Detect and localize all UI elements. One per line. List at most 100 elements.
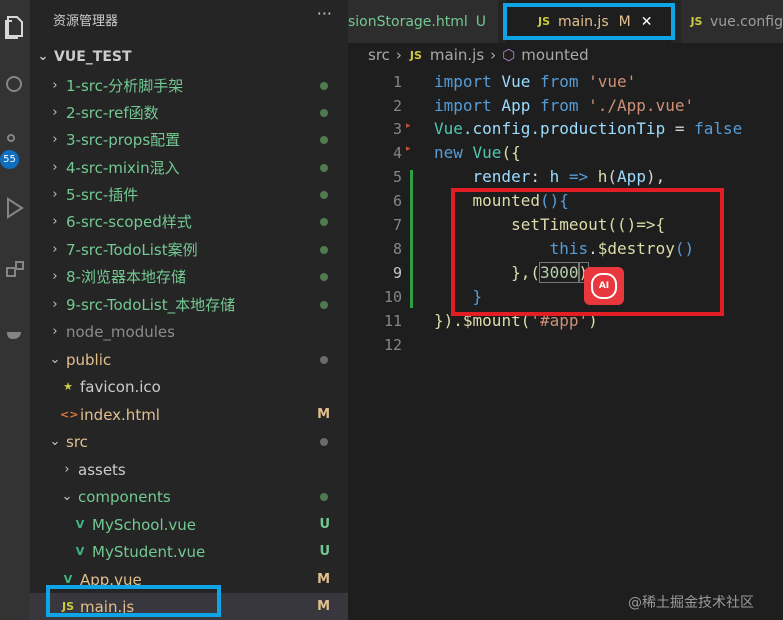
git-status-dot — [320, 300, 328, 309]
tree-item-label: favicon.ico — [80, 377, 161, 396]
activity-bar: 55 — [0, 0, 30, 620]
tab-sessionstorage[interactable]: sionStorage.html U — [348, 0, 498, 43]
git-status-dot — [320, 437, 328, 446]
code-line: render: h => h(App), — [434, 167, 666, 186]
chevron-right-icon: › — [52, 105, 58, 120]
line-number: 6 — [392, 192, 402, 210]
tree-item[interactable]: ⌄ src — [30, 428, 348, 455]
git-status-dot — [320, 135, 328, 144]
chevron-right-icon: › — [52, 269, 58, 284]
tree-item-label: components — [78, 487, 171, 506]
gutter-deleted-marker: ▸ — [406, 144, 411, 154]
chevron-right-icon: › — [52, 242, 58, 257]
breadcrumb-folder[interactable]: src — [368, 46, 390, 64]
breadcrumb-separator: › — [490, 46, 497, 64]
tree-item-label: 7-src-TodoList案例 — [66, 241, 198, 259]
line-number: 1 — [392, 73, 402, 91]
source-control-badge: 55 — [0, 150, 19, 169]
star-icon: ★ — [63, 380, 73, 393]
tree-item[interactable]: › 2-src-ref函数 — [30, 99, 348, 126]
git-status-dot — [320, 190, 328, 199]
line-number: 3 — [392, 120, 402, 138]
tree-item[interactable]: ⌄ components — [30, 483, 348, 510]
breadcrumb-file[interactable]: main.js — [430, 46, 484, 64]
explorer-sidebar: 资源管理器 ··· ⌄ VUE_TEST › 1-src-分析脚手架 › 2-src-… — [30, 0, 348, 620]
breadcrumb-separator: › — [395, 46, 402, 64]
tree-item-label: assets — [78, 460, 126, 479]
chevron-right-icon: › — [52, 187, 58, 202]
extensions-icon[interactable] — [0, 255, 30, 285]
git-status-dot — [320, 272, 328, 281]
line-number: 11 — [383, 312, 402, 330]
git-status-badge: M — [317, 572, 330, 587]
ai-icon: AI — [591, 273, 617, 299]
git-status-dot — [320, 163, 328, 172]
line-number: 7 — [392, 216, 402, 234]
tree-item-label: 5-src-插件 — [66, 186, 139, 204]
docker-icon[interactable] — [0, 318, 30, 348]
search-icon[interactable] — [0, 70, 30, 100]
chevron-right-icon: › — [52, 297, 58, 312]
tree-item-label: 1-src-分析脚手架 — [66, 77, 184, 95]
tree-item-label: 3-src-props配置 — [66, 131, 181, 149]
tree-item[interactable]: <> index.html M — [30, 401, 348, 428]
git-status-dot — [320, 108, 328, 117]
code-line: import Vue from 'vue' — [434, 72, 637, 91]
chevron-right-icon: › — [52, 160, 58, 175]
tree-item[interactable]: › 9-src-TodoList_本地存储 — [30, 291, 348, 318]
js-file-icon: JS — [690, 15, 703, 28]
tab-label: vue.config — [709, 13, 783, 30]
tree-item[interactable]: › 7-src-TodoList案例 — [30, 236, 348, 263]
more-actions-icon[interactable]: ··· — [317, 4, 332, 23]
tab-status: U — [475, 13, 486, 30]
chevron-right-icon: › — [64, 462, 70, 477]
tree-item-label: 4-src-mixin混入 — [66, 159, 180, 177]
tab-vue-config[interactable]: JS vue.config — [681, 0, 783, 43]
git-status-dot — [320, 81, 328, 90]
git-status-dot — [320, 492, 328, 501]
gutter-deleted-marker: ▸ — [406, 121, 411, 131]
line-number: 10 — [383, 288, 402, 306]
tree-item[interactable]: › assets — [30, 456, 348, 483]
code-line: Vue.config.productionTip = false — [434, 119, 743, 138]
tree-item[interactable]: › node_modules — [30, 318, 348, 345]
js-file-icon: JS — [409, 48, 422, 62]
git-status-dot — [320, 245, 328, 254]
git-status-badge: U — [319, 544, 330, 559]
tree-item[interactable]: › 3-src-props配置 — [30, 126, 348, 153]
tree-item-label: src — [66, 432, 88, 451]
tree-item-label: public — [66, 350, 112, 369]
tree-item[interactable]: ★ favicon.ico — [30, 373, 348, 400]
tree-item[interactable]: › 5-src-插件 — [30, 181, 348, 208]
tree-item[interactable]: V MyStudent.vue U — [30, 538, 348, 565]
tree-item[interactable]: › 8-浏览器本地存储 — [30, 263, 348, 290]
chevron-right-icon: › — [52, 132, 58, 147]
ai-assistant-button[interactable]: AI — [584, 267, 624, 305]
tree-item[interactable]: › 4-src-mixin混入 — [30, 154, 348, 181]
vue-file-icon: V — [75, 518, 85, 531]
gutter-added-bar — [410, 170, 413, 188]
breadcrumb-symbol[interactable]: mounted — [521, 46, 588, 64]
line-number: 2 — [392, 97, 402, 115]
breadcrumb: src › JS main.js › ⬡ mounted — [368, 46, 589, 64]
explorer-title: 资源管理器 — [53, 14, 119, 29]
tree-item-label: MySchool.vue — [92, 515, 196, 534]
files-icon[interactable] — [0, 12, 30, 42]
watermark: @稀土掘金技术社区 — [628, 595, 754, 611]
project-root[interactable]: ⌄ VUE_TEST — [30, 43, 348, 70]
tree-item[interactable]: › 1-src-分析脚手架 — [30, 72, 348, 99]
code-line: import App from './App.vue' — [434, 96, 695, 115]
tree-item-label: 8-浏览器本地存储 — [66, 268, 186, 286]
tree-item[interactable]: ⌄ public — [30, 346, 348, 373]
gutter-added-bar — [410, 188, 413, 308]
tree-item[interactable]: V MySchool.vue U — [30, 511, 348, 538]
tree-item-label: MyStudent.vue — [92, 542, 206, 561]
tree-item-label: 6-src-scoped样式 — [66, 213, 192, 231]
tree-item[interactable]: › 6-src-scoped样式 — [30, 208, 348, 235]
run-debug-icon[interactable] — [0, 193, 30, 223]
line-number: 5 — [392, 168, 402, 186]
chevron-down-icon: ⌄ — [37, 49, 49, 64]
tab-label: sionStorage.html — [348, 13, 468, 30]
blue-highlight-tab — [503, 3, 675, 40]
tree-item-label: 2-src-ref函数 — [66, 104, 159, 122]
